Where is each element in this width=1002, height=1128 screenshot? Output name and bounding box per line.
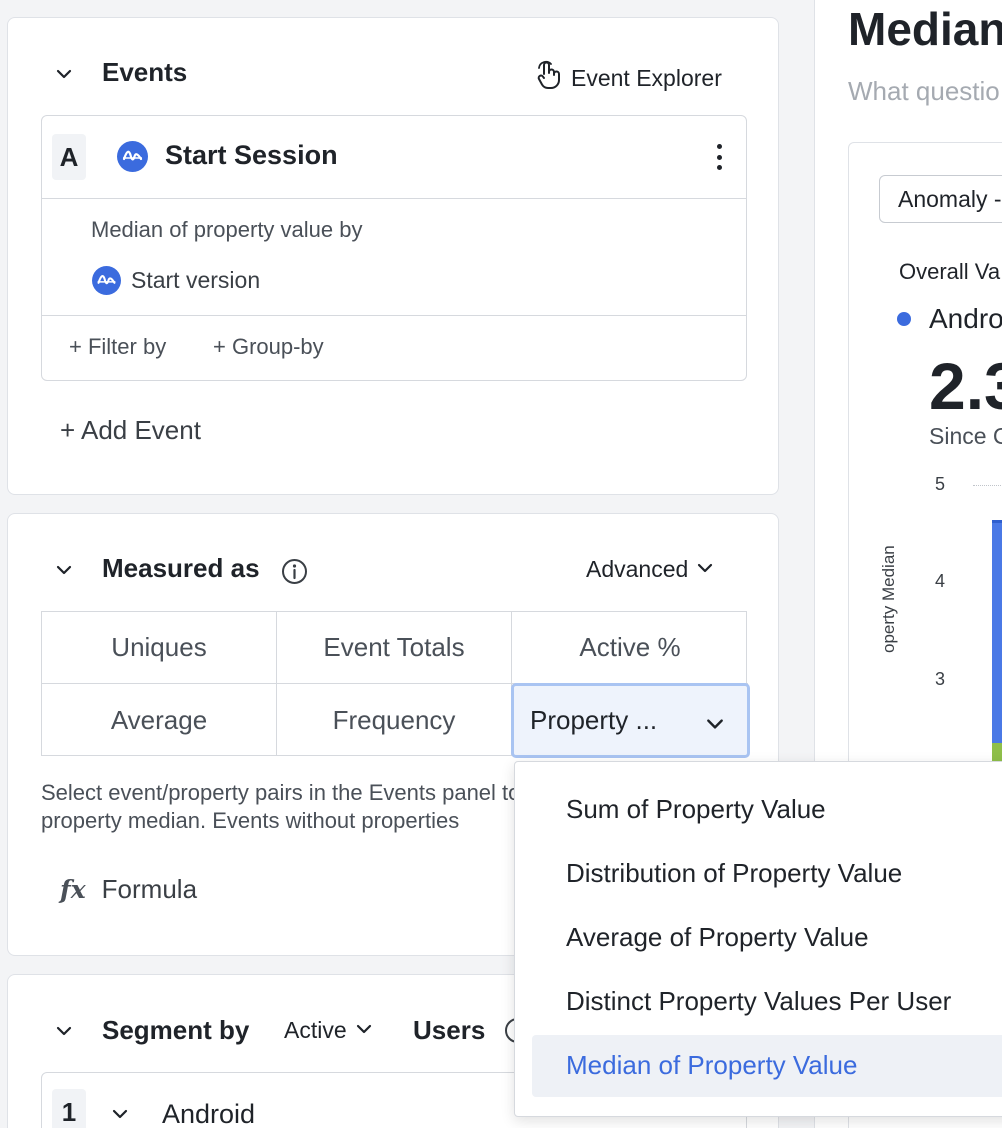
active-dropdown[interactable]: Active bbox=[284, 1017, 373, 1044]
expand-segment-chevron-icon[interactable] bbox=[111, 1105, 129, 1128]
formula-button[interactable]: fx Formula bbox=[60, 874, 197, 905]
y-tick-label: 3 bbox=[935, 669, 946, 689]
y-axis-label: operty Median bbox=[879, 545, 898, 653]
collapse-events-chevron-icon[interactable] bbox=[55, 65, 73, 83]
option-event-totals[interactable]: Event Totals bbox=[277, 612, 512, 684]
chart-description-placeholder[interactable]: What questio bbox=[848, 76, 1000, 107]
option-property-dropdown[interactable]: Property ... bbox=[511, 683, 750, 758]
legend-item: Andro bbox=[897, 303, 1002, 335]
menu-item-distribution[interactable]: Distribution of Property Value bbox=[566, 858, 902, 889]
add-event-button[interactable]: + Add Event bbox=[60, 415, 201, 446]
collapse-measured-chevron-icon[interactable] bbox=[55, 561, 73, 579]
property-option-label: Property ... bbox=[530, 705, 658, 735]
chart-series-area-secondary bbox=[992, 743, 1002, 763]
event-card-body: Median of property value by Start versio… bbox=[42, 199, 746, 316]
advanced-label: Advanced bbox=[586, 556, 689, 582]
users-label: Users bbox=[413, 1015, 486, 1045]
menu-item-distinct-per-user[interactable]: Distinct Property Values Per User bbox=[566, 986, 951, 1017]
events-title: Events bbox=[102, 57, 188, 87]
amplitude-property-icon bbox=[92, 266, 121, 295]
event-card-footer: + Filter by + Group-by bbox=[42, 316, 746, 380]
event-explorer-button[interactable]: Event Explorer bbox=[535, 60, 722, 96]
option-active-percent[interactable]: Active % bbox=[512, 612, 748, 684]
events-panel: Events Event Explorer A Start Session Me… bbox=[7, 17, 779, 495]
event-name[interactable]: Start Session bbox=[165, 140, 338, 171]
formula-fx-icon: fx bbox=[60, 875, 86, 904]
chevron-down-icon bbox=[355, 1017, 373, 1044]
y-tick-label: 4 bbox=[935, 571, 946, 591]
group-by-button[interactable]: + Group-by bbox=[213, 334, 324, 360]
amplitude-event-icon bbox=[117, 141, 148, 172]
property-name: Start version bbox=[131, 267, 261, 293]
option-average[interactable]: Average bbox=[42, 684, 277, 756]
active-label: Active bbox=[284, 1017, 347, 1043]
event-card: A Start Session Median of property value… bbox=[41, 115, 747, 381]
menu-item-sum[interactable]: Sum of Property Value bbox=[566, 794, 826, 825]
measurement-options-grid: Uniques Event Totals Active % Average Fr… bbox=[41, 611, 750, 758]
series-color-dot bbox=[897, 312, 911, 326]
formula-label: Formula bbox=[101, 874, 198, 904]
chevron-down-icon bbox=[696, 556, 714, 583]
more-options-icon[interactable] bbox=[714, 144, 724, 170]
segment-number-badge: 1 bbox=[52, 1089, 86, 1128]
overall-value: 2.3 bbox=[929, 349, 1002, 423]
segment-by-title: Segment by bbox=[102, 1015, 250, 1045]
segment-name[interactable]: Android bbox=[162, 1099, 255, 1128]
anomaly-dropdown[interactable]: Anomaly - bbox=[879, 175, 1002, 223]
since-label: Since C bbox=[929, 423, 1002, 449]
chart-title[interactable]: Median bbox=[848, 2, 1002, 56]
property-selector[interactable]: Start version bbox=[92, 266, 260, 295]
aggregation-label: Median of property value by bbox=[91, 217, 363, 242]
collapse-segment-chevron-icon[interactable] bbox=[55, 1022, 73, 1040]
gridline bbox=[973, 485, 1002, 486]
pointer-hand-icon bbox=[535, 60, 563, 96]
event-card-header: A Start Session bbox=[42, 116, 746, 199]
overall-value-label: Overall Va bbox=[899, 259, 1001, 284]
measured-as-title: Measured as bbox=[102, 553, 260, 583]
legend-series-name: Andro bbox=[929, 303, 1002, 334]
menu-item-average[interactable]: Average of Property Value bbox=[566, 922, 869, 953]
event-explorer-label: Event Explorer bbox=[571, 64, 722, 91]
menu-item-median[interactable]: Median of Property Value bbox=[566, 1050, 857, 1081]
option-frequency[interactable]: Frequency bbox=[277, 684, 512, 756]
advanced-mode-dropdown[interactable]: Advanced bbox=[586, 556, 714, 583]
event-letter-badge: A bbox=[52, 134, 86, 180]
info-icon[interactable] bbox=[281, 558, 308, 590]
option-uniques[interactable]: Uniques bbox=[42, 612, 277, 684]
y-tick-label: 5 bbox=[935, 474, 946, 494]
filter-by-button[interactable]: + Filter by bbox=[69, 334, 166, 360]
chart-series-area bbox=[992, 520, 1002, 760]
chevron-down-icon bbox=[705, 710, 725, 741]
property-aggregation-menu: Sum of Property Value Distribution of Pr… bbox=[514, 761, 1002, 1117]
